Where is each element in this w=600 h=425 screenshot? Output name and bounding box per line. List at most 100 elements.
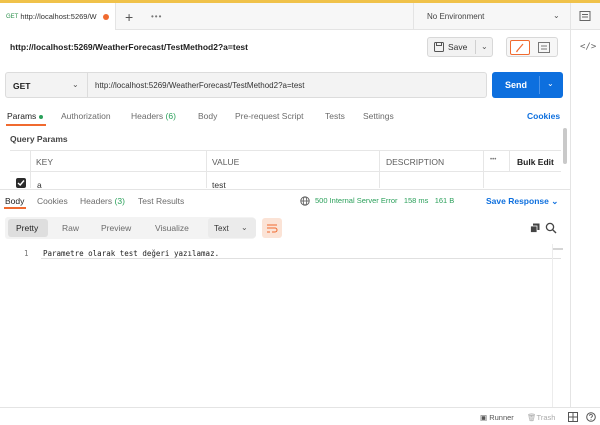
response-meta: 500 Internal Server Error 158 ms 161 B <box>300 196 454 206</box>
send-button[interactable]: Send ⌄ <box>492 72 563 98</box>
tab-pre-request-script[interactable]: Pre-request Script <box>235 111 304 121</box>
headers-count: (6) <box>165 111 176 121</box>
wrap-lines-button[interactable] <box>262 218 282 238</box>
method-label: GET <box>13 81 31 91</box>
format-label: Pretty <box>16 223 39 233</box>
pencil-icon <box>516 43 524 53</box>
save-response-label: Save Response <box>486 196 549 206</box>
tab-label: Params <box>7 111 37 121</box>
tab-params[interactable]: Params <box>7 111 44 121</box>
new-tab-plus-icon[interactable]: + <box>125 9 133 25</box>
copy-icon[interactable] <box>530 223 540 233</box>
response-body-line: Parametre olarak test değeri yazılamaz. <box>43 249 220 258</box>
response-time[interactable]: 158 ms <box>404 196 429 205</box>
format-preview[interactable]: Preview <box>101 223 131 233</box>
format-visualize[interactable]: Visualize <box>155 223 189 233</box>
request-name: http://localhost:5269/WeatherForecast/Te… <box>10 42 248 52</box>
response-tabs: Body Cookies Headers (3) Test Results <box>0 194 570 208</box>
chevron-down-icon: ⌄ <box>241 223 248 232</box>
documentation-icon[interactable] <box>537 41 551 54</box>
tab-overflow-icon[interactable]: ••• <box>151 12 162 21</box>
query-params-title: Query Params <box>10 134 68 144</box>
tab-response-body[interactable]: Body <box>5 196 24 206</box>
divider <box>30 150 31 188</box>
right-sidebar <box>570 30 600 415</box>
tab-response-headers[interactable]: Headers (3) <box>80 196 125 206</box>
format-raw[interactable]: Raw <box>62 223 79 233</box>
tab-settings[interactable]: Settings <box>363 111 394 121</box>
bulk-edit-button[interactable]: Bulk Edit <box>517 157 554 167</box>
environment-selector[interactable]: No Environment <box>427 12 484 21</box>
method-select[interactable]: GET ⌄ <box>6 73 88 97</box>
column-key: KEY <box>36 157 54 167</box>
param-enabled-checkbox[interactable] <box>16 178 26 188</box>
chevron-down-icon: ⌄ <box>72 80 79 89</box>
save-button[interactable]: Save ⌄ <box>427 37 493 57</box>
send-button-label: Send <box>505 80 528 90</box>
status-bar: ▣ Runner 🗑Trash <box>0 407 600 425</box>
edit-mode-button[interactable] <box>510 40 530 55</box>
chevron-down-icon[interactable]: ⌄ <box>547 79 554 88</box>
trash-icon: 🗑 <box>527 413 537 422</box>
response-body-editor[interactable]: 1 Parametre olarak test değeri yazılamaz… <box>5 242 562 407</box>
params-scrollbar[interactable] <box>563 128 567 164</box>
checkmark-icon <box>17 180 25 187</box>
environment-quick-look-icon[interactable] <box>579 10 591 22</box>
divider <box>509 150 510 172</box>
runner-icon: ▣ <box>480 413 488 422</box>
status-code[interactable]: 500 Internal Server Error <box>315 196 398 205</box>
scrollbar-thumb[interactable] <box>553 248 563 250</box>
response-size[interactable]: 161 B <box>435 196 455 205</box>
tab-body[interactable]: Body <box>198 111 217 121</box>
column-description: DESCRIPTION <box>386 157 445 167</box>
request-tab[interactable]: GET http://localhost:5269/W <box>0 3 116 30</box>
format-pretty[interactable]: Pretty <box>8 219 48 237</box>
divider <box>483 150 484 188</box>
params-table-header <box>10 150 561 172</box>
url-input[interactable]: http://localhost:5269/WeatherForecast/Te… <box>95 81 305 90</box>
globe-icon[interactable] <box>300 196 310 206</box>
search-icon[interactable] <box>545 222 557 234</box>
tab-headers[interactable]: Headers (6) <box>131 111 176 121</box>
tab-authorization[interactable]: Authorization <box>61 111 111 121</box>
code-snippet-icon[interactable]: </> <box>580 42 596 52</box>
wrap-lines-icon <box>267 224 278 233</box>
active-dot-icon <box>39 114 44 119</box>
divider <box>206 150 207 188</box>
tab-strip: GET http://localhost:5269/W + ••• No Env… <box>0 3 600 30</box>
column-options-icon[interactable]: ••• <box>490 157 496 163</box>
tab-method: GET <box>6 13 19 20</box>
divider <box>413 3 414 30</box>
cookies-link[interactable]: Cookies <box>527 111 560 121</box>
editor-scrollbar[interactable] <box>552 244 563 408</box>
tab-response-cookies[interactable]: Cookies <box>37 196 68 206</box>
current-line-highlight <box>41 258 561 259</box>
line-number: 1 <box>24 249 29 258</box>
divider <box>475 40 476 54</box>
save-icon <box>434 42 444 52</box>
headers-count: (3) <box>114 196 125 206</box>
divider <box>570 3 571 30</box>
request-tabs: Params Authorization Headers (6) Body Pr… <box>0 108 570 126</box>
tab-test-results[interactable]: Test Results <box>138 196 184 206</box>
active-tab-indicator <box>4 207 26 209</box>
save-response-button[interactable]: Save Response ⌄ <box>486 196 558 207</box>
trash-button[interactable]: 🗑Trash <box>527 413 555 422</box>
divider <box>539 76 540 94</box>
response-type-label: Text <box>214 224 229 233</box>
divider <box>0 189 570 190</box>
tab-tests[interactable]: Tests <box>325 111 345 121</box>
chevron-down-icon[interactable]: ⌄ <box>481 42 488 51</box>
divider <box>379 150 380 188</box>
response-type-select[interactable]: Text ⌄ <box>208 218 256 238</box>
save-button-label: Save <box>448 42 468 52</box>
help-icon[interactable] <box>586 412 596 422</box>
unsaved-dot-icon <box>103 14 109 20</box>
url-bar: GET ⌄ http://localhost:5269/WeatherForec… <box>5 72 487 98</box>
chevron-down-icon[interactable]: ⌄ <box>553 11 560 20</box>
layout-toggle-icon[interactable] <box>568 412 578 422</box>
tab-label: Headers <box>80 196 113 206</box>
active-tab-indicator <box>6 124 46 126</box>
tab-title: http://localhost:5269/W <box>20 12 97 21</box>
runner-button[interactable]: ▣ Runner <box>480 413 514 422</box>
